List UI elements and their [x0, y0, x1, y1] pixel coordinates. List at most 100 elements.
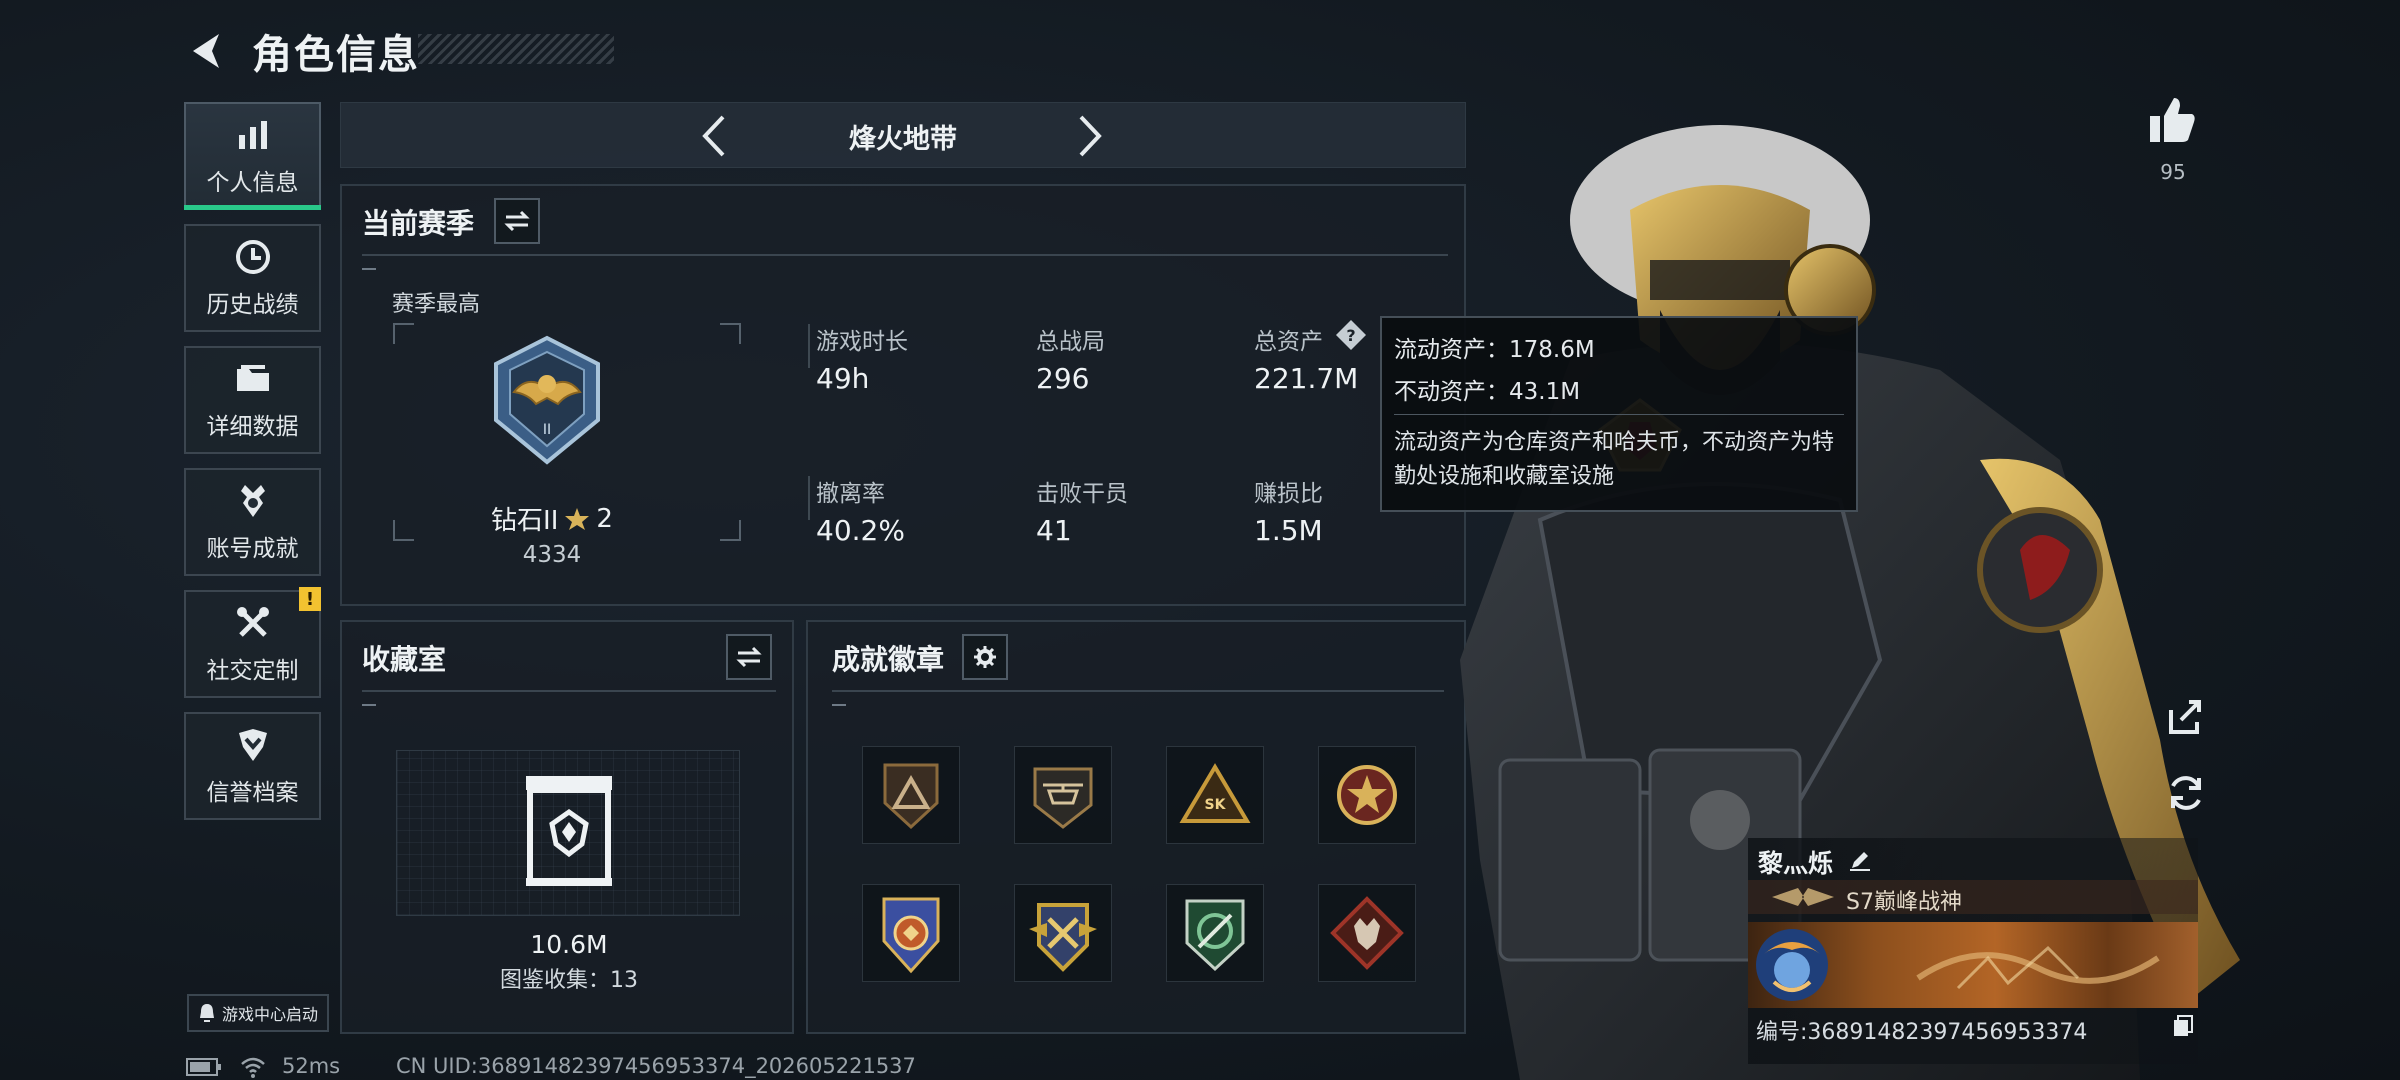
achievement-badge[interactable]	[1318, 884, 1416, 982]
stat-label: 总战局	[1036, 329, 1105, 355]
like-count: 95	[2160, 160, 2186, 184]
game-center-label: 游戏中心启动	[221, 1005, 318, 1024]
stat-label: 赚损比	[1254, 481, 1323, 507]
nav-item-credit-file[interactable]: 信誉档案	[184, 712, 321, 820]
refresh-icon[interactable]	[2163, 770, 2209, 816]
avatar[interactable]	[1752, 924, 1832, 1006]
collection-switch-button[interactable]	[726, 634, 772, 680]
green-emblem-badge-icon	[1185, 899, 1245, 972]
wrench-icon	[236, 607, 269, 637]
player-card: 黎灬烁 S7巅峰战神 编号:36891482397456953374	[1748, 838, 2198, 1064]
nav-label: 信誉档案	[206, 780, 299, 806]
bar-chart-icon	[238, 121, 267, 149]
player-uid: 编号:36891482397456953374	[1756, 1020, 2088, 1045]
wifi-icon	[241, 1057, 265, 1078]
divider	[362, 690, 776, 692]
star-wings-badge-icon	[1337, 765, 1397, 825]
star-icon	[565, 507, 590, 530]
achievement-badge[interactable]	[862, 884, 960, 982]
nav-item-detailed-data[interactable]: 详细数据	[184, 346, 321, 454]
rank-line: 钻石II 2	[462, 500, 642, 537]
season-title: 当前赛季	[362, 207, 475, 240]
stat-label: 撤离率	[816, 481, 885, 507]
svg-text:II: II	[543, 422, 551, 438]
collection-catalog: 图鉴收集：13	[500, 968, 638, 993]
nav-item-account-achievements[interactable]: 账号成就	[184, 468, 321, 576]
divider-accent	[362, 268, 376, 270]
banner-art	[1916, 945, 2160, 990]
help-icon[interactable]: ?	[1334, 318, 1368, 352]
stat-separator	[808, 324, 810, 368]
season-panel: 当前赛季 赛季最高 II 钻石II 2 4334 游戏时长 49h 总战局 29…	[340, 184, 1466, 606]
collection-title: 收藏室	[362, 643, 447, 676]
achievements-title: 成就徽章	[832, 643, 945, 676]
shield-chevron-icon	[238, 729, 267, 761]
season-switch-button[interactable]	[494, 198, 540, 244]
notification-badge: !	[299, 587, 321, 611]
game-center-button[interactable]: 游戏中心启动	[187, 994, 329, 1032]
collection-value: 10.6M	[530, 930, 608, 959]
divider	[362, 254, 1448, 256]
nav-item-personal-info[interactable]: 个人信息	[184, 102, 321, 210]
stat-value: 296	[1036, 362, 1090, 395]
ping-readout: 52ms	[282, 1054, 341, 1078]
page-title: 角色信息	[252, 32, 420, 78]
nav-label: 历史战绩	[206, 292, 299, 318]
svg-text:SK: SK	[1205, 797, 1227, 813]
mode-title: 烽火地带	[849, 124, 957, 155]
stat-value: 1.5M	[1254, 514, 1323, 547]
nav-label: 详细数据	[206, 414, 299, 440]
rank-stars: 2	[596, 503, 613, 534]
achievement-badge[interactable]	[1166, 884, 1264, 982]
stat-value: 40.2%	[816, 514, 905, 547]
wolf-badge-icon	[1330, 896, 1404, 970]
season-peak-label: 赛季最高	[392, 292, 481, 317]
rank-title-strip: S7巅峰战神	[1748, 880, 2198, 915]
player-name: 黎灬烁	[1758, 849, 1834, 878]
winged-emblem-badge-icon	[1029, 903, 1097, 972]
helicopter-badge-icon	[1033, 767, 1093, 829]
divider-accent	[832, 704, 846, 706]
copy-icon[interactable]	[2172, 1014, 2194, 1038]
tooltip-liquid-assets: 流动资产：178.6M	[1394, 337, 1595, 363]
divider	[832, 690, 1444, 692]
nav-label: 社交定制	[206, 658, 299, 684]
share-icon[interactable]	[2163, 694, 2209, 740]
stat-label: 总资产	[1254, 329, 1323, 355]
achievement-badge[interactable]	[1318, 746, 1416, 844]
rank-title: S7巅峰战神	[1846, 890, 1962, 915]
chevron-right-icon[interactable]	[1067, 111, 1111, 161]
nav-label: 账号成就	[206, 536, 299, 562]
nav-item-match-history[interactable]: 历史战绩	[184, 224, 321, 332]
game-center-icon	[199, 1004, 214, 1022]
stat-value: 221.7M	[1254, 362, 1359, 395]
sk-triangle-badge-icon: SK	[1179, 763, 1251, 823]
stat-separator	[808, 476, 810, 520]
tooltip-divider	[1394, 414, 1844, 415]
thumbs-up-icon[interactable]	[2146, 94, 2198, 146]
battery-icon	[186, 1058, 221, 1076]
achievement-badge[interactable]: SK	[1166, 746, 1264, 844]
achievement-badge[interactable]	[1014, 746, 1112, 844]
achievement-badge[interactable]	[1014, 884, 1112, 982]
achievement-badge[interactable]	[862, 746, 960, 844]
achievements-settings-button[interactable]	[962, 634, 1008, 680]
swap-icon	[504, 210, 530, 232]
rank-name: 钻石II	[491, 506, 559, 536]
swap-icon	[736, 646, 762, 668]
profile-banner[interactable]	[1748, 922, 2198, 1008]
achievements-panel: 成就徽章 SK	[806, 620, 1466, 1034]
back-arrow-icon[interactable]	[185, 28, 231, 74]
uid-line: CN UID:36891482397456953374_202605221537	[396, 1054, 916, 1078]
stat-value: 49h	[816, 362, 870, 395]
edit-icon[interactable]	[1848, 848, 1872, 872]
stat-label: 游戏时长	[816, 329, 908, 355]
title-decoration	[418, 34, 614, 64]
tooltip-fixed-assets: 不动资产：43.1M	[1394, 379, 1581, 405]
diamond-rank-icon: II	[494, 335, 600, 465]
stat-label: 击败干员	[1036, 481, 1128, 507]
rank-wing-icon	[1772, 888, 1834, 906]
eagle-shield-badge-icon	[882, 897, 940, 974]
medal-icon	[240, 485, 265, 517]
display-case-icon	[526, 776, 612, 886]
